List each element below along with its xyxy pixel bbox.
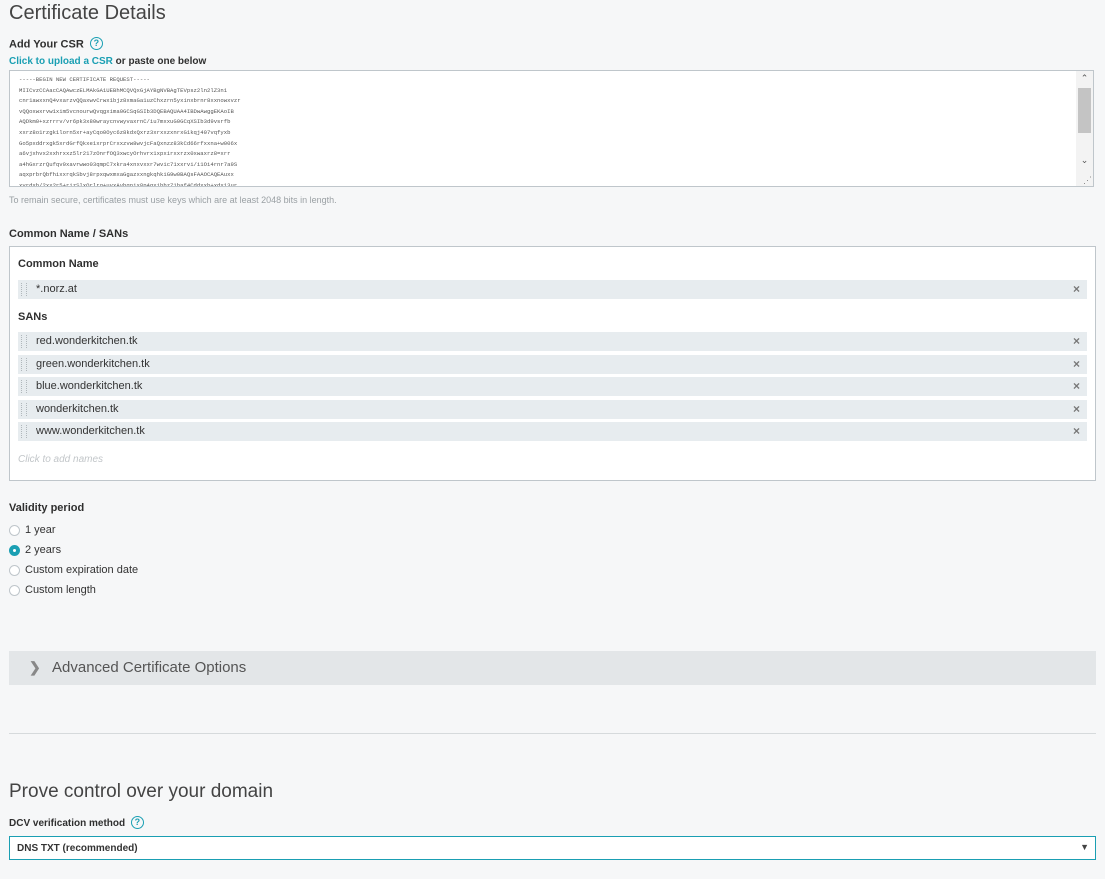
help-icon[interactable]: ?: [89, 37, 103, 50]
san-value: wonderkitchen.tk: [36, 403, 119, 415]
radio-button-selected[interactable]: [9, 545, 20, 556]
csr-text[interactable]: -----BEGIN NEW CERTIFICATE REQUEST----- …: [19, 75, 1079, 186]
dcv-label-row: DCV verification method ?: [9, 816, 144, 830]
remove-icon[interactable]: ×: [1073, 334, 1080, 348]
validity-label: Validity period: [9, 502, 85, 514]
radio-label: Custom length: [25, 584, 96, 596]
common-name-value: *.norz.at: [36, 283, 77, 295]
drag-handle-icon[interactable]: [21, 403, 27, 416]
san-value: green.wonderkitchen.tk: [36, 358, 150, 370]
common-name-tag[interactable]: *.norz.at ×: [18, 280, 1087, 299]
radio-label: 1 year: [25, 524, 56, 536]
san-value: www.wonderkitchen.tk: [36, 425, 145, 437]
remove-icon[interactable]: ×: [1073, 357, 1080, 371]
resize-grip-icon[interactable]: ⋰: [1083, 175, 1092, 186]
san-tag[interactable]: green.wonderkitchen.tk ×: [18, 355, 1087, 374]
csr-label-row: Add Your CSR ?: [9, 37, 103, 51]
drag-handle-icon[interactable]: [21, 425, 27, 438]
csr-upload-row: Click to upload a CSR or paste one below: [9, 56, 206, 67]
names-panel[interactable]: Common Name *.norz.at × SANs red.wonderk…: [9, 246, 1096, 481]
radio-button[interactable]: [9, 565, 20, 576]
scroll-up-icon[interactable]: ⌃: [1079, 73, 1090, 84]
radio-button[interactable]: [9, 525, 20, 536]
san-tag[interactable]: red.wonderkitchen.tk ×: [18, 332, 1087, 351]
remove-icon[interactable]: ×: [1073, 282, 1080, 296]
csr-textarea[interactable]: -----BEGIN NEW CERTIFICATE REQUEST----- …: [9, 70, 1094, 187]
certificate-details-title: Certificate Details: [9, 2, 166, 24]
remove-icon[interactable]: ×: [1073, 424, 1080, 438]
scroll-thumb[interactable]: [1078, 88, 1091, 133]
san-tag[interactable]: wonderkitchen.tk ×: [18, 400, 1087, 419]
drag-handle-icon[interactable]: [21, 283, 27, 296]
key-length-hint: To remain secure, certificates must use …: [9, 195, 337, 205]
san-tag[interactable]: blue.wonderkitchen.tk ×: [18, 377, 1087, 396]
san-value: red.wonderkitchen.tk: [36, 335, 138, 347]
upload-csr-link[interactable]: Click to upload a CSR: [9, 56, 113, 67]
caret-down-icon[interactable]: ▼: [1080, 842, 1089, 852]
common-name-label: Common Name: [18, 258, 99, 270]
dcv-title: Prove control over your domain: [9, 781, 274, 802]
advanced-options-label: Advanced Certificate Options: [52, 659, 247, 676]
advanced-options-toggle[interactable]: ❯ Advanced Certificate Options: [9, 651, 1096, 685]
upload-csr-suffix: or paste one below: [112, 56, 207, 67]
san-tag[interactable]: www.wonderkitchen.tk ×: [18, 422, 1087, 441]
csr-label: Add Your CSR: [9, 38, 84, 51]
drag-handle-icon[interactable]: [21, 335, 27, 348]
san-value: blue.wonderkitchen.tk: [36, 380, 143, 392]
sans-label: SANs: [18, 311, 48, 323]
remove-icon[interactable]: ×: [1073, 379, 1080, 393]
divider: [9, 733, 1096, 734]
chevron-right-icon: ❯: [29, 659, 41, 675]
csr-scrollbar[interactable]: ⌃ ⌄: [1076, 71, 1093, 186]
help-icon[interactable]: ?: [130, 816, 144, 829]
radio-label: 2 years: [25, 544, 62, 556]
dcv-method-select[interactable]: DNS TXT (recommended) ▼: [9, 836, 1096, 860]
remove-icon[interactable]: ×: [1073, 402, 1080, 416]
radio-label: Custom expiration date: [25, 564, 139, 576]
scroll-down-icon[interactable]: ⌄: [1079, 155, 1090, 166]
names-section-label: Common Name / SANs: [9, 228, 129, 240]
radio-button[interactable]: [9, 585, 20, 596]
dcv-method-value: DNS TXT (recommended): [17, 843, 138, 854]
drag-handle-icon[interactable]: [21, 380, 27, 393]
dcv-method-label: DCV verification method: [9, 818, 126, 830]
add-names-input[interactable]: Click to add names: [18, 454, 103, 465]
drag-handle-icon[interactable]: [21, 358, 27, 371]
